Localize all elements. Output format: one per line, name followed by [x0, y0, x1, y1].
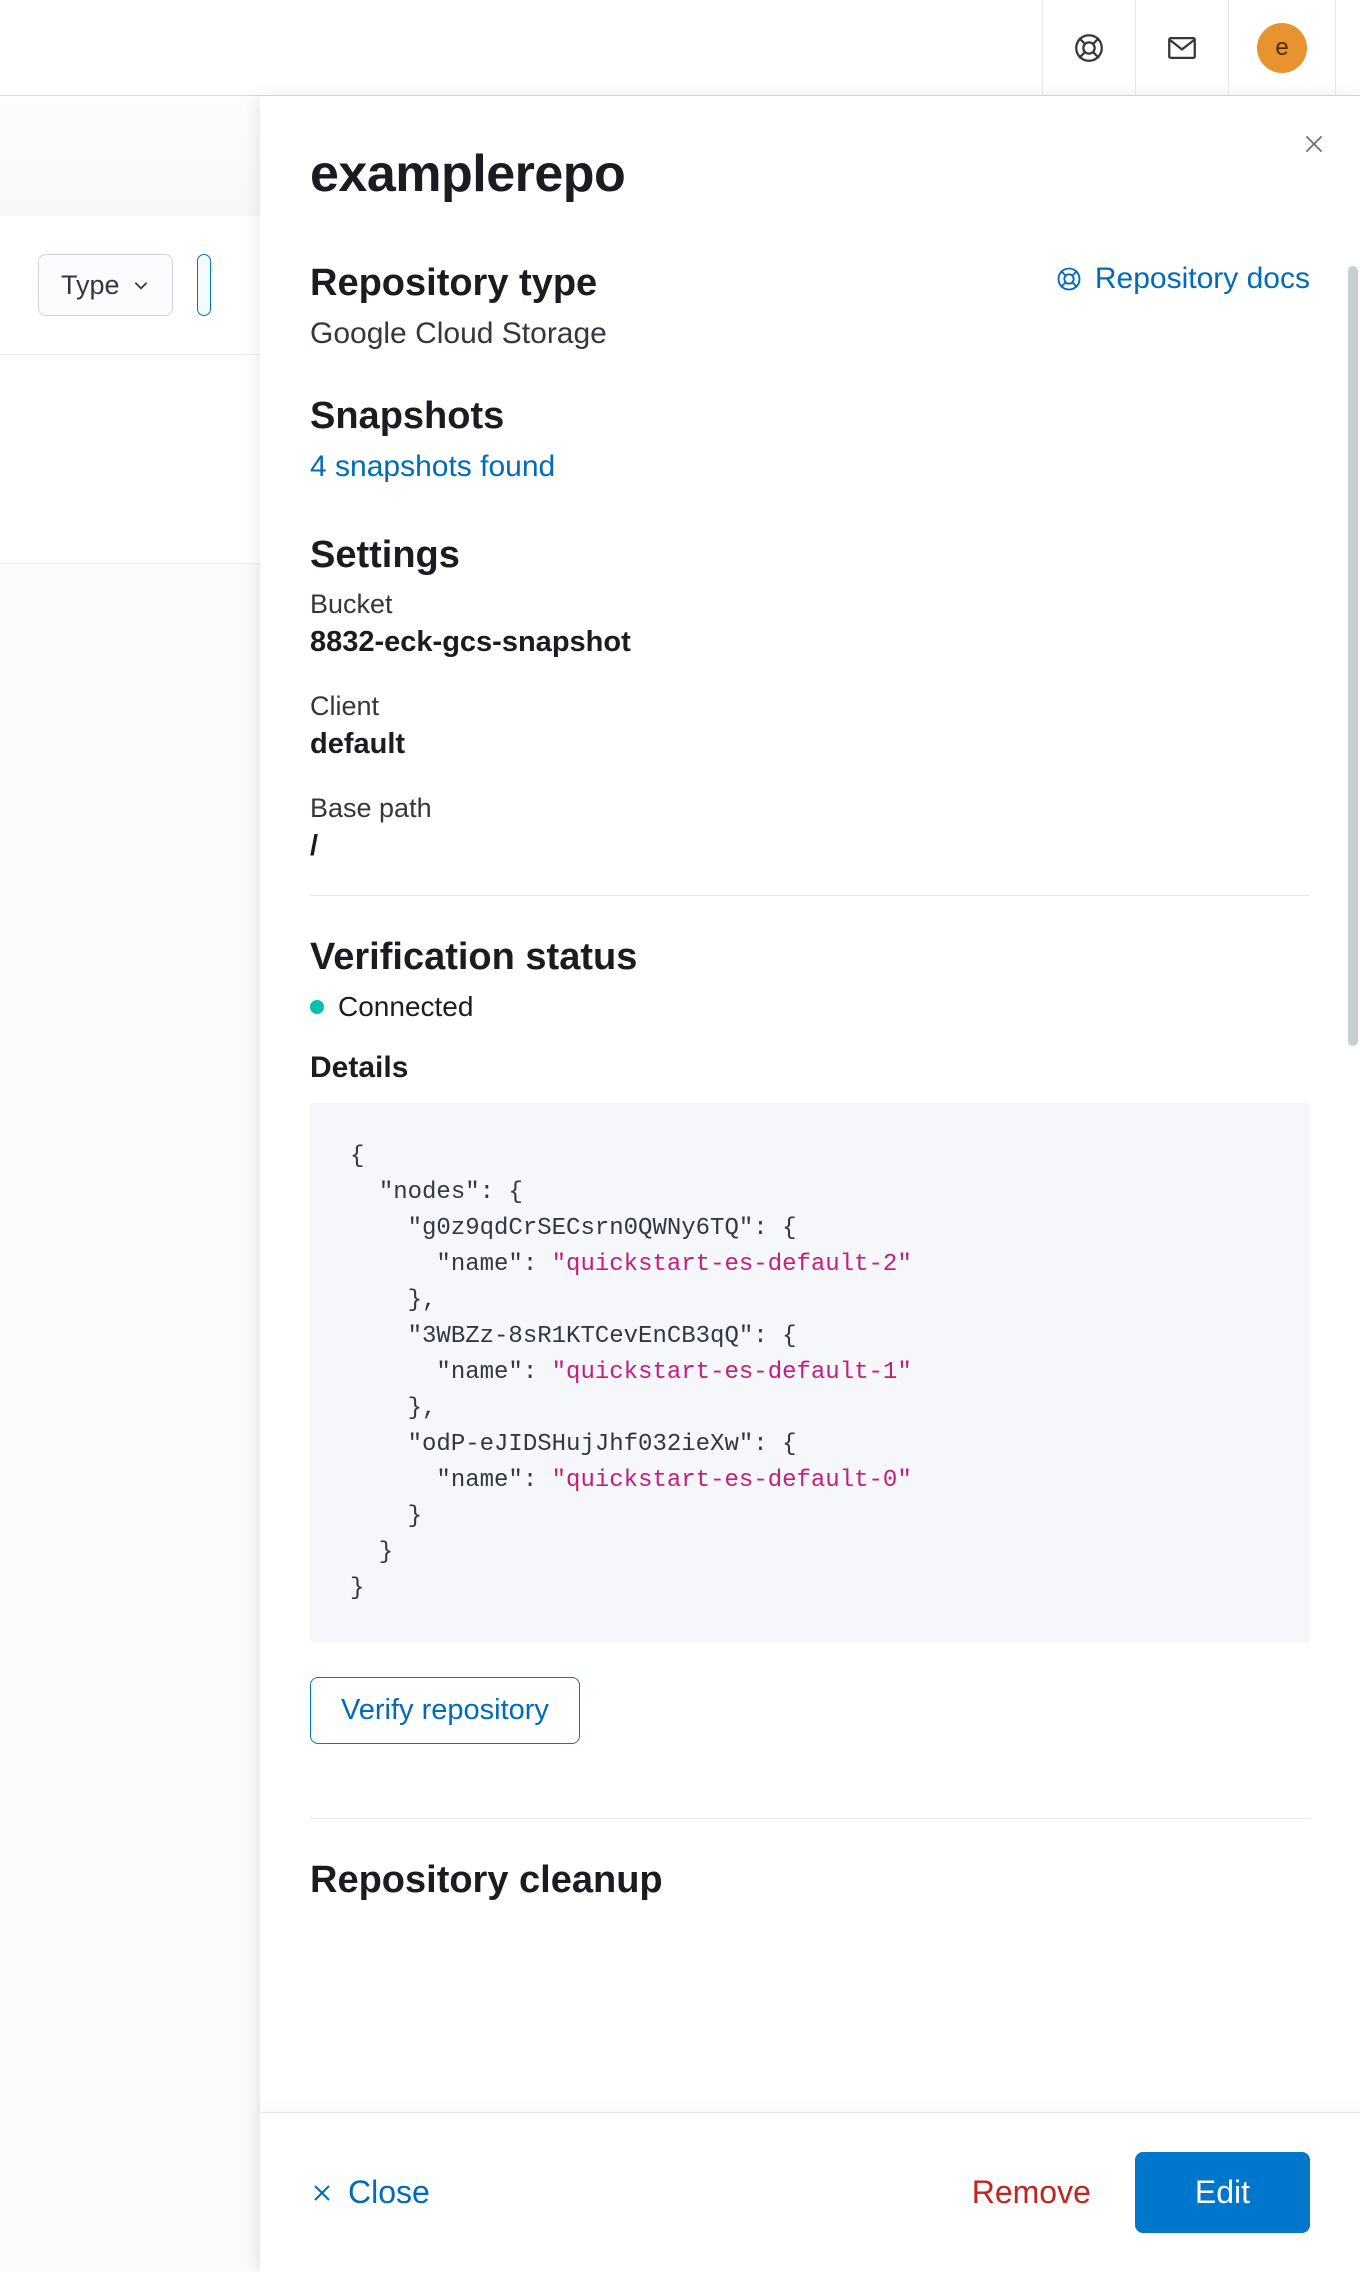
bucket-value: 8832-eck-gcs-snapshot [310, 626, 1310, 659]
repo-docs-label: Repository docs [1095, 262, 1310, 296]
verification-status: Connected [310, 991, 1310, 1023]
avatar[interactable]: e [1257, 23, 1307, 73]
remove-button[interactable]: Remove [972, 2174, 1091, 2211]
client-value: default [310, 728, 1310, 761]
status-dot-icon [310, 1000, 324, 1014]
settings-heading: Settings [310, 534, 1310, 577]
verify-repository-button[interactable]: Verify repository [310, 1677, 580, 1744]
top-header: e [0, 0, 1360, 96]
edit-button[interactable]: Edit [1135, 2152, 1310, 2233]
basepath-label: Base path [310, 793, 1310, 824]
snapshots-heading: Snapshots [310, 395, 1310, 438]
close-icon[interactable] [1294, 124, 1334, 164]
flyout-footer: Close Remove Edit [260, 2112, 1360, 2272]
close-button[interactable]: Close [310, 2174, 430, 2211]
help-icon [1055, 265, 1083, 293]
bucket-label: Bucket [310, 589, 1310, 620]
close-label: Close [348, 2174, 430, 2211]
basepath-value: / [310, 830, 1310, 863]
repo-flyout: examplerepo Repository type Repository d… [260, 96, 1360, 2272]
repo-docs-link[interactable]: Repository docs [1055, 262, 1310, 296]
client-label: Client [310, 691, 1310, 722]
help-icon[interactable] [1071, 30, 1107, 66]
details-heading: Details [310, 1051, 1310, 1085]
type-filter-select[interactable]: Type [38, 254, 173, 316]
mail-icon[interactable] [1164, 30, 1200, 66]
cleanup-heading: Repository cleanup [310, 1859, 1310, 1902]
divider [310, 895, 1310, 896]
close-icon [310, 2181, 334, 2205]
repo-type-heading: Repository type [310, 262, 597, 305]
repo-title: examplerepo [310, 144, 1310, 204]
snapshots-found-link[interactable]: 4 snapshots found [310, 450, 555, 484]
status-text: Connected [338, 991, 473, 1023]
chevron-down-icon [132, 276, 150, 294]
type-filter-label: Type [61, 270, 120, 301]
avatar-initial: e [1275, 34, 1288, 62]
verification-heading: Verification status [310, 936, 1310, 979]
verification-code-block: { "nodes": { "g0z9qdCrSECsrn0QWNy6TQ": {… [310, 1103, 1310, 1643]
divider [310, 1818, 1310, 1819]
repo-type-value: Google Cloud Storage [310, 317, 1310, 351]
